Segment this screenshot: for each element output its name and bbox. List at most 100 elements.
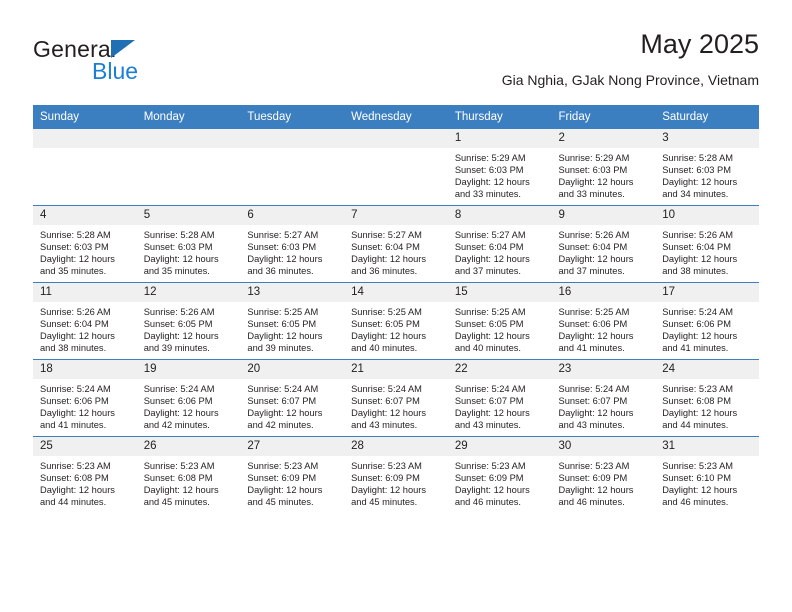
daylight-text-line2: and 45 minutes. [143,497,210,508]
day-number [240,129,345,148]
daylight-text-line1: Daylight: 12 hours [40,485,115,496]
sunset-text: Sunset: 6:07 PM [351,396,420,407]
calendar-day-cell[interactable]: 2 Sunrise: 5:29 AM Sunset: 6:03 PM Daylight… [551,128,656,206]
daylight-text-line1: Daylight: 12 hours [247,485,323,496]
calendar-day-cell[interactable]: 20 Sunrise: 5:24 AM Sunset: 6:07 PM Dayligh… [240,359,345,437]
daylight-text-line2: and 38 minutes. [40,343,107,354]
day-details: Sunrise: 5:24 AM Sunset: 6:07 PM Daylight:… [552,379,656,431]
daylight-text-line2: and 43 minutes. [351,420,418,431]
calendar-week-row: 4 Sunrise: 5:28 AM Sunset: 6:03 PM Daylight… [33,205,759,283]
day-number: 16 [551,283,656,302]
daylight-text-line2: and 33 minutes. [454,189,521,200]
day-number: 11 [33,283,137,302]
day-details: Sunrise: 5:24 AM Sunset: 6:07 PM Daylight:… [448,379,552,431]
calendar-day-cell[interactable]: 17 Sunrise: 5:24 AM Sunset: 6:06 PM Dayligh… [655,282,759,360]
day-number: 26 [136,437,241,456]
calendar-day-cell[interactable]: 29 Sunrise: 5:23 AM Sunset: 6:09 PM Dayligh… [447,436,552,513]
day-details: Sunrise: 5:26 AM Sunset: 6:04 PM Daylight:… [552,225,656,277]
day-number: 31 [655,437,759,456]
sunrise-text: Sunrise: 5:28 AM [40,230,111,240]
calendar-day-cell[interactable]: 4 Sunrise: 5:28 AM Sunset: 6:03 PM Daylight… [33,205,137,283]
daylight-text-line1: Daylight: 12 hours [143,408,219,419]
sunset-text: Sunset: 6:09 PM [247,473,317,484]
sunrise-text: Sunrise: 5:28 AM [143,230,215,240]
calendar-day-cell[interactable]: 14 Sunrise: 5:25 AM Sunset: 6:05 PM Dayligh… [344,282,448,360]
daylight-text-line2: and 41 minutes. [40,420,107,431]
calendar-day-cell[interactable]: 27 Sunrise: 5:23 AM Sunset: 6:09 PM Dayligh… [240,436,345,513]
sunset-text: Sunset: 6:03 PM [662,165,731,176]
sunset-text: Sunset: 6:06 PM [143,396,213,407]
day-number: 10 [655,206,759,225]
sunset-text: Sunset: 6:08 PM [143,473,213,484]
day-number [33,129,137,148]
sunrise-text: Sunrise: 5:23 AM [247,461,319,471]
calendar-day-cell[interactable]: 8 Sunrise: 5:27 AM Sunset: 6:04 PM Daylight… [447,205,552,283]
day-number: 28 [344,437,448,456]
daylight-text-line2: and 37 minutes. [454,266,521,277]
sunrise-text: Sunrise: 5:26 AM [40,307,111,317]
daylight-text-line1: Daylight: 12 hours [351,254,427,265]
daylight-text-line1: Daylight: 12 hours [40,254,115,265]
daylight-text-line2: and 35 minutes. [143,266,210,277]
calendar-day-cell[interactable]: 31 Sunrise: 5:23 AM Sunset: 6:10 PM Dayligh… [655,436,759,513]
calendar-day-cell[interactable]: 12 Sunrise: 5:26 AM Sunset: 6:05 PM Dayligh… [136,282,241,360]
calendar-day-cell[interactable]: 25 Sunrise: 5:23 AM Sunset: 6:08 PM Dayligh… [33,436,137,513]
daylight-text-line2: and 37 minutes. [558,266,625,277]
calendar-day-cell[interactable]: 16 Sunrise: 5:25 AM Sunset: 6:06 PM Dayligh… [551,282,656,360]
weekday-header-row: Sunday Monday Tuesday Wednesday Thursday… [33,105,759,129]
weekday-header-sunday: Sunday [33,105,137,129]
sunrise-text: Sunrise: 5:27 AM [247,230,319,240]
daylight-text-line1: Daylight: 12 hours [454,485,530,496]
page-header: General Blue May 2025 Gia Nghia, GJak No… [33,28,759,100]
calendar-day-cell[interactable]: 24 Sunrise: 5:23 AM Sunset: 6:08 PM Dayligh… [655,359,759,437]
calendar-day-cell[interactable]: 7 Sunrise: 5:27 AM Sunset: 6:04 PM Daylight… [344,205,448,283]
day-details: Sunrise: 5:27 AM Sunset: 6:03 PM Daylight:… [240,225,344,277]
day-number: 30 [551,437,656,456]
generalblue-logo[interactable]: General Blue [33,36,263,92]
daylight-text-line2: and 36 minutes. [351,266,418,277]
day-details: Sunrise: 5:23 AM Sunset: 6:10 PM Daylight:… [655,456,759,508]
sunset-text: Sunset: 6:03 PM [454,165,524,176]
sunset-text: Sunset: 6:05 PM [247,319,317,330]
page-title: May 2025 [640,29,759,59]
sunset-text: Sunset: 6:08 PM [662,396,731,407]
sunrise-text: Sunrise: 5:23 AM [662,461,734,471]
calendar-day-cell[interactable]: 21 Sunrise: 5:24 AM Sunset: 6:07 PM Dayligh… [344,359,448,437]
calendar-day-cell[interactable]: 11 Sunrise: 5:26 AM Sunset: 6:04 PM Dayligh… [33,282,137,360]
day-number: 19 [136,360,241,379]
daylight-text-line1: Daylight: 12 hours [247,331,323,342]
sunset-text: Sunset: 6:06 PM [558,319,628,330]
logo-triangle-icon [111,40,135,58]
sunrise-text: Sunrise: 5:24 AM [40,384,111,394]
calendar-day-cell[interactable]: 23 Sunrise: 5:24 AM Sunset: 6:07 PM Dayligh… [551,359,656,437]
calendar-day-cell[interactable]: 5 Sunrise: 5:28 AM Sunset: 6:03 PM Daylight… [136,205,241,283]
calendar-header-row: Sunday Monday Tuesday Wednesday Thursday… [33,105,759,129]
calendar-day-cell[interactable]: 15 Sunrise: 5:25 AM Sunset: 6:05 PM Dayligh… [447,282,552,360]
calendar-day-cell[interactable]: 18 Sunrise: 5:24 AM Sunset: 6:06 PM Dayligh… [33,359,137,437]
day-number: 25 [33,437,137,456]
daylight-text-line2: and 42 minutes. [247,420,314,431]
daylight-text-line1: Daylight: 12 hours [662,408,738,419]
day-details: Sunrise: 5:23 AM Sunset: 6:09 PM Daylight:… [240,456,344,508]
calendar-day-cell[interactable]: 13 Sunrise: 5:25 AM Sunset: 6:05 PM Dayligh… [240,282,345,360]
calendar-day-cell[interactable]: 28 Sunrise: 5:23 AM Sunset: 6:09 PM Dayligh… [344,436,448,513]
calendar-day-cell[interactable]: 3 Sunrise: 5:28 AM Sunset: 6:03 PM Daylight… [655,128,759,206]
sunrise-text: Sunrise: 5:26 AM [662,230,734,240]
logo-text-blue: Blue [92,58,139,84]
calendar-day-cell[interactable]: 19 Sunrise: 5:24 AM Sunset: 6:06 PM Dayligh… [136,359,241,437]
daylight-text-line1: Daylight: 12 hours [558,408,634,419]
page-subtitle: Gia Nghia, GJak Nong Province, Vietnam [501,72,759,88]
calendar-day-cell[interactable]: 30 Sunrise: 5:23 AM Sunset: 6:09 PM Dayligh… [551,436,656,513]
sunrise-text: Sunrise: 5:23 AM [454,461,526,471]
weekday-header-thursday: Thursday [447,105,552,129]
sunrise-text: Sunrise: 5:24 AM [351,384,422,394]
calendar-day-cell[interactable]: 26 Sunrise: 5:23 AM Sunset: 6:08 PM Dayligh… [136,436,241,513]
calendar-day-cell-empty [344,128,448,206]
calendar-day-cell[interactable]: 10 Sunrise: 5:26 AM Sunset: 6:04 PM Dayligh… [655,205,759,283]
calendar-day-cell[interactable]: 6 Sunrise: 5:27 AM Sunset: 6:03 PM Daylight… [240,205,345,283]
calendar-body: 1 Sunrise: 5:29 AM Sunset: 6:03 PM Daylight… [33,128,759,513]
calendar-day-cell[interactable]: 9 Sunrise: 5:26 AM Sunset: 6:04 PM Daylight… [551,205,656,283]
calendar-day-cell[interactable]: 22 Sunrise: 5:24 AM Sunset: 6:07 PM Dayligh… [447,359,552,437]
calendar-day-cell[interactable]: 1 Sunrise: 5:29 AM Sunset: 6:03 PM Daylight… [447,128,552,206]
day-details: Sunrise: 5:26 AM Sunset: 6:05 PM Daylight:… [137,302,241,354]
